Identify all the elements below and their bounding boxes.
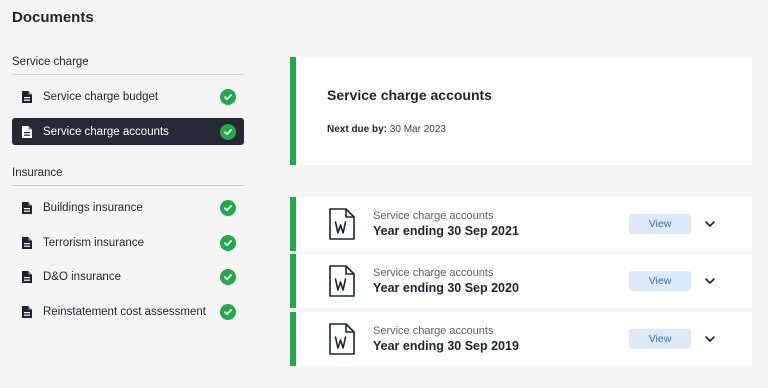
document-icon <box>22 201 32 214</box>
document-icon <box>22 270 32 283</box>
next-due-label: Next due by: <box>327 124 388 135</box>
check-icon <box>220 303 236 320</box>
sidebar-item-label: Service charge budget <box>43 90 159 103</box>
next-due-date: Next due by: 30 Mar 2023 <box>327 124 446 135</box>
sidebar-item-label: D&O insurance <box>43 270 121 283</box>
document-type: Service charge accounts <box>373 210 494 222</box>
document-type: Service charge accounts <box>373 267 494 279</box>
summary-title: Service charge accounts <box>327 87 492 103</box>
chevron-down-icon[interactable] <box>703 217 717 231</box>
chevron-down-icon[interactable] <box>703 274 717 288</box>
check-icon <box>220 199 236 216</box>
check-icon <box>220 123 236 140</box>
sidebar-item-reinstatement-cost-assessment[interactable]: Reinstatement cost assessment <box>12 298 244 325</box>
sidebar-item-do-insurance[interactable]: D&O insurance <box>12 263 244 290</box>
sidebar-item-service-charge-accounts[interactable]: Service charge accounts <box>12 118 244 145</box>
document-period: Year ending 30 Sep 2020 <box>373 281 519 295</box>
sidebar-item-buildings-insurance[interactable]: Buildings insurance <box>12 194 244 221</box>
document-type: Service charge accounts <box>373 325 494 337</box>
document-row: Service charge accounts Year ending 30 S… <box>290 254 752 308</box>
sidebar-item-service-charge-budget[interactable]: Service charge budget <box>12 83 244 110</box>
document-period: Year ending 30 Sep 2021 <box>373 224 519 238</box>
document-icon <box>22 305 32 318</box>
document-row: Service charge accounts Year ending 30 S… <box>290 312 752 366</box>
word-doc-icon <box>329 323 355 355</box>
sidebar-item-label: Reinstatement cost assessment <box>43 305 206 318</box>
view-button[interactable]: View <box>629 329 691 349</box>
section-heading-service-charge: Service charge <box>12 56 244 75</box>
check-icon <box>220 234 236 251</box>
check-icon <box>220 268 236 285</box>
sidebar-item-label: Service charge accounts <box>43 125 169 138</box>
chevron-down-icon[interactable] <box>703 332 717 346</box>
check-icon <box>220 88 236 105</box>
document-icon <box>22 125 32 138</box>
sidebar-item-label: Buildings insurance <box>43 201 143 214</box>
document-period: Year ending 30 Sep 2019 <box>373 339 519 353</box>
document-icon <box>22 236 32 249</box>
page-title: Documents <box>12 9 94 26</box>
view-button[interactable]: View <box>629 214 691 234</box>
sidebar-item-label: Terrorism insurance <box>43 236 144 249</box>
sidebar-item-terrorism-insurance[interactable]: Terrorism insurance <box>12 229 244 256</box>
document-icon <box>22 90 32 103</box>
view-button[interactable]: View <box>629 271 691 291</box>
document-row: Service charge accounts Year ending 30 S… <box>290 197 752 251</box>
next-due-value: 30 Mar 2023 <box>389 124 446 135</box>
word-doc-icon <box>329 265 355 297</box>
word-doc-icon <box>329 208 355 240</box>
summary-card: Service charge accounts Next due by: 30 … <box>290 57 752 165</box>
section-heading-insurance: Insurance <box>12 167 244 186</box>
